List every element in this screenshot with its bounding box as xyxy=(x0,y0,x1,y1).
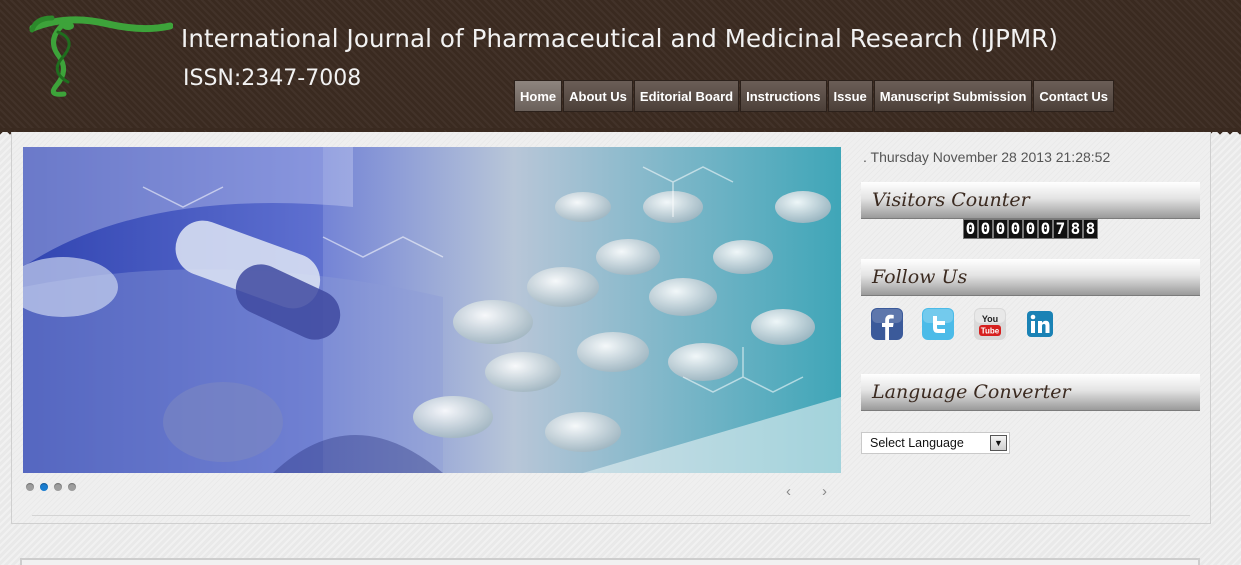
slider-dot-4[interactable] xyxy=(68,483,76,491)
slider-prev-button[interactable]: ‹ xyxy=(786,483,791,500)
svg-text:Tube: Tube xyxy=(981,327,1000,336)
nav-home[interactable]: Home xyxy=(514,80,563,112)
slider-pagination xyxy=(26,483,76,491)
image-slider[interactable] xyxy=(23,147,841,473)
counter-digit: 8 xyxy=(1068,219,1083,239)
counter-digit: 0 xyxy=(993,219,1008,239)
counter-digit: 7 xyxy=(1053,219,1068,239)
twitter-icon[interactable] xyxy=(922,308,954,340)
counter-digit: 0 xyxy=(1038,219,1053,239)
nav-editorial-board[interactable]: Editorial Board xyxy=(633,80,740,112)
language-select-value: Select Language xyxy=(870,436,964,450)
language-converter-heading: Language Converter xyxy=(861,374,1200,411)
dropdown-arrow-icon[interactable]: ▼ xyxy=(990,435,1007,451)
main-nav: Home About Us Editorial Board Instructio… xyxy=(514,80,1115,112)
slider-dot-2[interactable] xyxy=(40,483,48,491)
slider-dot-1[interactable] xyxy=(26,483,34,491)
bottom-content-panel xyxy=(20,558,1200,565)
facebook-icon[interactable] xyxy=(871,308,903,340)
logo-icon[interactable] xyxy=(28,10,174,100)
current-datetime: . Thursday November 28 2013 21:28:52 xyxy=(863,149,1111,165)
site-title: International Journal of Pharmaceutical … xyxy=(181,24,1059,53)
slider-next-button[interactable]: › xyxy=(822,483,827,500)
nav-manuscript-submission[interactable]: Manuscript Submission xyxy=(873,80,1033,112)
follow-us-heading: Follow Us xyxy=(861,259,1200,296)
issn-number: ISSN:2347-7008 xyxy=(183,66,362,91)
nav-issue[interactable]: Issue xyxy=(827,80,873,112)
slider-dot-3[interactable] xyxy=(54,483,62,491)
language-select[interactable]: Select Language ▼ xyxy=(861,432,1010,454)
visitors-counter-heading: Visitors Counter xyxy=(861,182,1200,219)
nav-instructions[interactable]: Instructions xyxy=(740,80,827,112)
counter-digit: 0 xyxy=(978,219,993,239)
counter-digit: 0 xyxy=(963,219,978,239)
youtube-icon[interactable]: You Tube xyxy=(974,308,1006,340)
counter-digit: 0 xyxy=(1023,219,1038,239)
divider xyxy=(32,515,1190,516)
nav-contact-us[interactable]: Contact Us xyxy=(1033,80,1115,112)
nav-about-us[interactable]: About Us xyxy=(563,80,633,112)
svg-text:You: You xyxy=(982,314,998,324)
visitor-counter: 0 0 0 0 0 0 7 8 8 xyxy=(963,219,1098,239)
counter-digit: 8 xyxy=(1083,219,1098,239)
linkedin-icon[interactable] xyxy=(1024,308,1056,340)
slide-image xyxy=(23,147,841,473)
counter-digit: 0 xyxy=(1008,219,1023,239)
